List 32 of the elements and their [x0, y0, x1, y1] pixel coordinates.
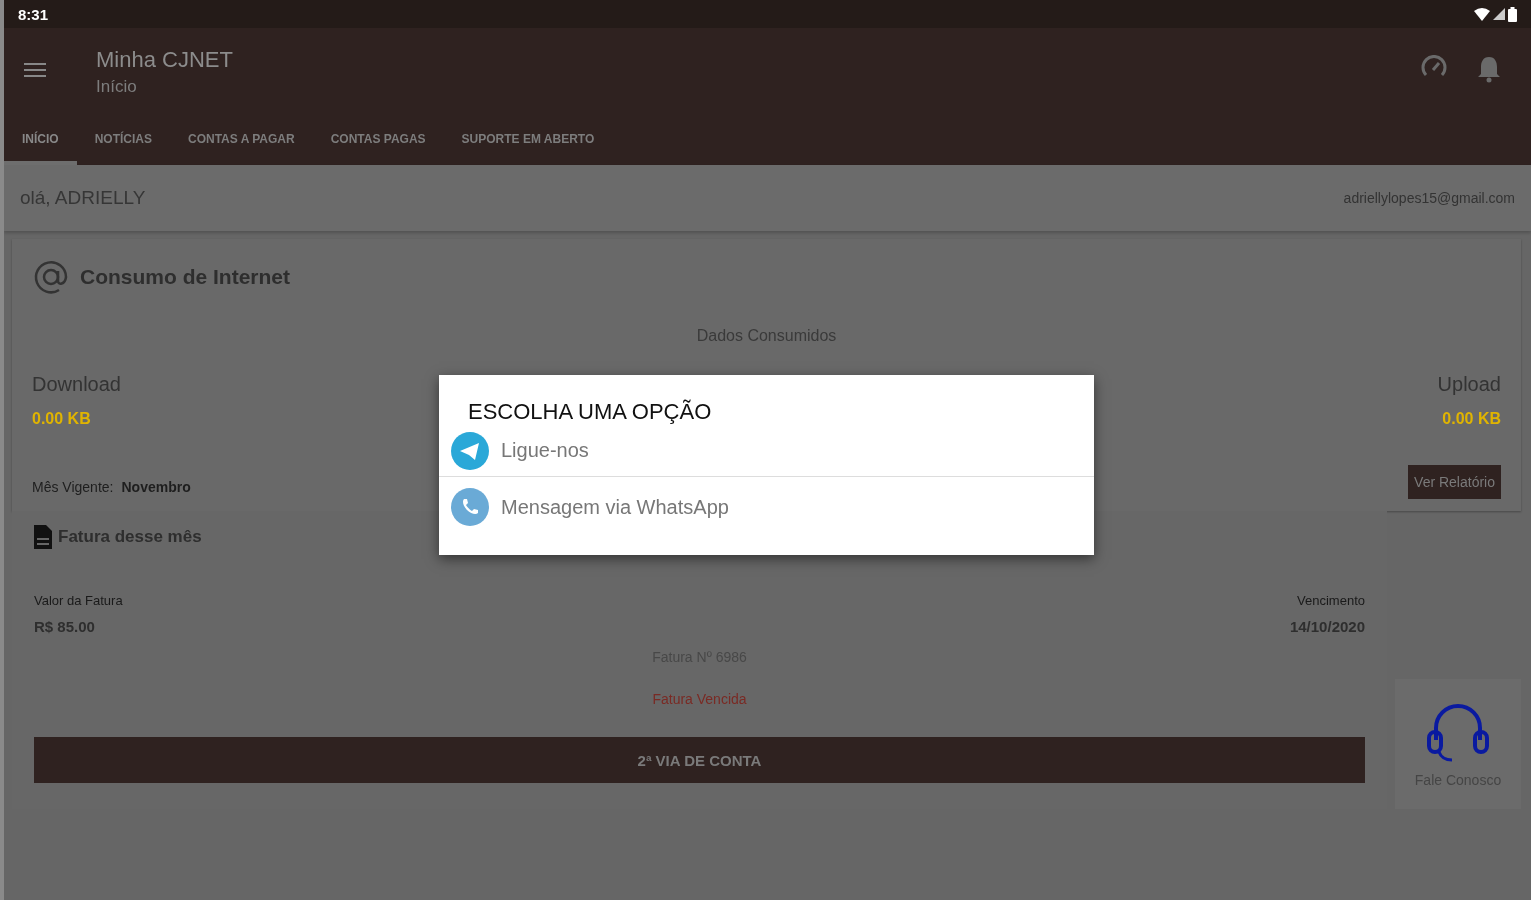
document-icon	[34, 525, 52, 549]
battery-icon	[1508, 6, 1517, 22]
upload-value: 0.00 KB	[1442, 410, 1501, 428]
dialog-title: ESCOLHA UMA OPÇÃO	[468, 399, 713, 425]
nav-tab[interactable]: NOTÍCIAS	[76, 120, 170, 165]
speedometer-icon[interactable]	[1421, 55, 1447, 79]
month-label: Mês Vigente:	[32, 479, 114, 495]
bill-copy-button[interactable]: 2ª VIA DE CONTA	[34, 737, 1365, 783]
due-date: 14/10/2020	[1289, 618, 1365, 635]
wifi-icon	[1474, 7, 1490, 21]
signal-icon	[1493, 8, 1505, 20]
amount-label: Valor da Fatura	[34, 593, 123, 608]
nav-tab[interactable]: CONTAS PAGAS	[312, 120, 444, 165]
nav-tab[interactable]: CONTAS A PAGAR	[170, 120, 313, 165]
invoice-title: Fatura desse mês	[58, 527, 202, 547]
card-title: Consumo de Internet	[80, 265, 290, 289]
paper-plane-icon	[451, 431, 489, 470]
clock-time: 8:31	[18, 5, 49, 23]
report-button[interactable]: Ver Relatório	[1408, 465, 1501, 499]
app-title: Minha CJNET	[96, 47, 234, 73]
amount-value: R$ 85.00	[34, 618, 96, 635]
dialog-option[interactable]: Ligue-nos	[439, 425, 1094, 477]
month-value: Novembro	[121, 479, 191, 495]
due-label: Vencimento	[1297, 593, 1365, 608]
nav-tab[interactable]: SUPORTE EM ABERTO	[443, 120, 613, 165]
phone-icon	[451, 488, 489, 526]
download-value: 0.00 KB	[32, 410, 92, 428]
user-email: adriellylopes15@gmail.com	[1343, 190, 1515, 206]
invoice-status: Fatura Vencida	[652, 691, 747, 707]
bell-icon[interactable]	[1477, 55, 1501, 83]
dialog-option[interactable]: Mensagem via WhatsApp	[439, 477, 1094, 537]
page-subtitle: Início	[96, 77, 138, 97]
